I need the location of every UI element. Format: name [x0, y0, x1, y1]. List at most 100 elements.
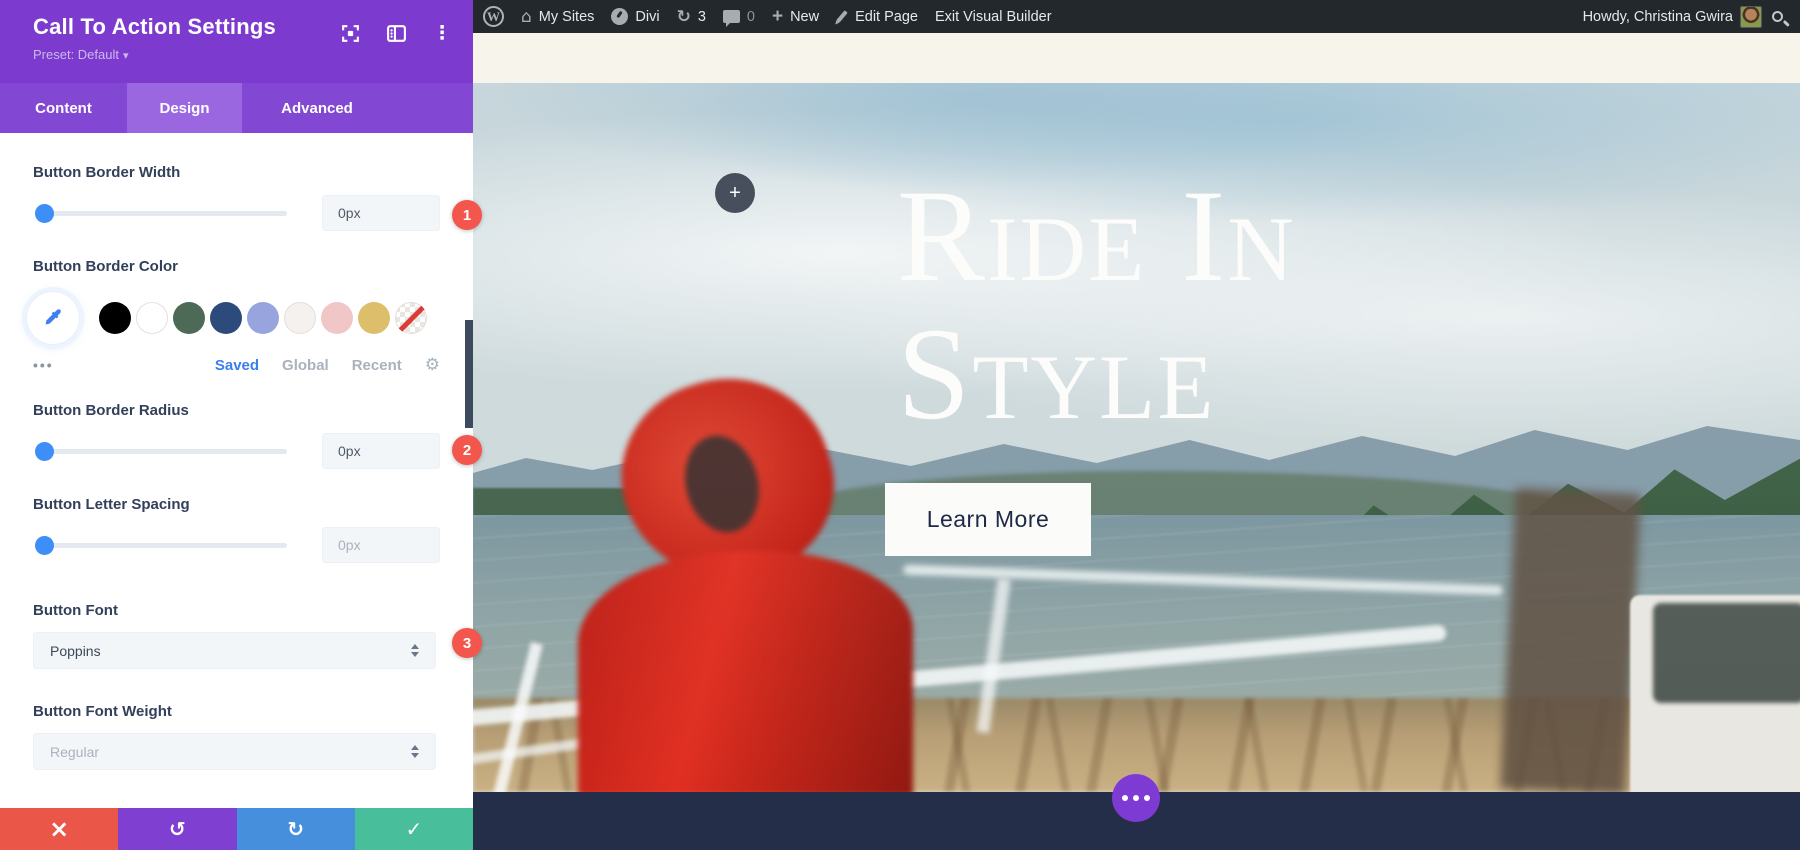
slider-track [37, 449, 287, 454]
palette-saved-link[interactable]: Saved [215, 357, 259, 374]
field-button-border-radius: Button Border Radius 0px [33, 401, 440, 469]
field-label: Button Font [33, 601, 440, 621]
border-width-slider[interactable] [37, 195, 287, 231]
field-button-border-color: Button Border Color [33, 257, 440, 375]
button-font-select[interactable]: Poppins [33, 632, 436, 669]
slider-knob[interactable] [35, 442, 54, 461]
preset-dropdown[interactable]: Preset: Default▾ [33, 47, 473, 62]
settings-panel: Call To Action Settings Preset: Default▾… [0, 0, 473, 850]
my-sites-icon: ⌂ [521, 7, 532, 27]
exit-visual-builder-link[interactable]: Exit Visual Builder [935, 9, 1052, 25]
eyedropper-button[interactable] [27, 292, 79, 344]
field-button-font-weight: Button Font Weight Regular [33, 702, 440, 770]
undo-icon: ↺ [169, 817, 186, 841]
button-font-weight-select[interactable]: Regular [33, 733, 436, 770]
field-label: Button Border Color [33, 257, 440, 277]
updates-count: 3 [698, 9, 706, 25]
add-module-button[interactable]: + [715, 173, 755, 213]
eyedropper-icon [42, 307, 64, 329]
comments-icon [723, 10, 740, 23]
page-top-band [473, 33, 1800, 83]
slider-knob[interactable] [35, 204, 54, 223]
tab-content[interactable]: Content [0, 83, 127, 133]
check-icon: ✓ [405, 817, 422, 841]
swatch-periwinkle[interactable] [247, 302, 279, 334]
discard-button[interactable]: × [0, 808, 118, 850]
tab-design[interactable]: Design [127, 83, 242, 133]
divi-menu[interactable]: Divi [611, 8, 659, 25]
swatch-green[interactable] [173, 302, 205, 334]
comments-count: 0 [747, 9, 755, 25]
learn-more-button[interactable]: Learn More [885, 483, 1091, 556]
letter-spacing-slider[interactable] [37, 527, 287, 563]
settings-tabs: Content Design Advanced [0, 83, 473, 133]
field-label: Button Border Radius [33, 401, 440, 421]
divi-visual-builder: Call To Action Settings Preset: Default▾… [0, 0, 1800, 850]
tab-advanced[interactable]: Advanced [242, 83, 392, 133]
dot [1133, 795, 1139, 801]
save-button[interactable]: ✓ [355, 808, 473, 850]
section-settings-button[interactable] [1112, 774, 1160, 822]
swatch-gold[interactable] [358, 302, 390, 334]
color-swatches [99, 302, 427, 334]
hero-section: + Ride InStyle Learn More [473, 83, 1800, 792]
slider-track [37, 543, 287, 548]
focus-module-icon[interactable] [339, 22, 361, 44]
wp-admin-bar: W ⌂ My Sites Divi ↻ 3 0 + New [473, 0, 1800, 33]
caret-down-icon: ▾ [123, 50, 129, 62]
panel-layout-icon[interactable] [385, 22, 407, 44]
annotation-badge-1: 1 [452, 200, 482, 230]
undo-button[interactable]: ↺ [118, 808, 236, 850]
swatch-pink[interactable] [321, 302, 353, 334]
dot [1144, 795, 1150, 801]
page-preview: W ⌂ My Sites Divi ↻ 3 0 + New [473, 0, 1800, 850]
border-radius-input[interactable]: 0px [322, 433, 440, 469]
howdy-label: Howdy, Christina Gwira [1583, 9, 1733, 25]
swatch-black[interactable] [99, 302, 131, 334]
heading-line-1: Ride In [897, 162, 1296, 309]
wp-logo-menu[interactable]: W [483, 6, 504, 27]
updates-icon: ↻ [677, 7, 691, 27]
field-button-letter-spacing: Button Letter Spacing 0px [33, 495, 440, 563]
slider-knob[interactable] [35, 536, 54, 555]
gear-icon[interactable]: ⚙ [425, 355, 440, 375]
annotation-badge-2: 2 [452, 435, 482, 465]
slider-track [37, 211, 287, 216]
annotation-badge-3: 3 [452, 628, 482, 658]
letter-spacing-input[interactable]: 0px [322, 527, 440, 563]
avatar [1740, 6, 1762, 28]
more-colors-button[interactable]: ••• [33, 357, 54, 373]
field-label: Button Letter Spacing [33, 495, 440, 515]
swatch-white[interactable] [136, 302, 168, 334]
palette-global-link[interactable]: Global [282, 357, 329, 374]
panel-scrollbar[interactable] [465, 320, 473, 428]
pencil-icon [836, 10, 847, 23]
field-label: Button Border Width [33, 163, 440, 183]
field-label: Button Font Weight [33, 702, 440, 722]
updates-menu[interactable]: ↻ 3 [677, 7, 706, 27]
border-radius-slider[interactable] [37, 433, 287, 469]
edit-page-menu[interactable]: Edit Page [836, 9, 918, 25]
border-width-input[interactable]: 0px [322, 195, 440, 231]
palette-recent-link[interactable]: Recent [352, 357, 402, 374]
account-menu[interactable]: Howdy, Christina Gwira [1583, 6, 1762, 28]
panel-footer: × ↺ ↻ ✓ [0, 808, 473, 850]
redo-button[interactable]: ↻ [237, 808, 355, 850]
comments-menu[interactable]: 0 [723, 9, 755, 25]
search-icon[interactable] [1772, 11, 1783, 22]
select-arrows-icon [411, 745, 419, 758]
my-sites-menu[interactable]: ⌂ My Sites [521, 7, 594, 27]
swatch-off-white[interactable] [284, 302, 316, 334]
wordpress-logo-icon: W [483, 6, 504, 27]
field-button-border-width: Button Border Width 0px [33, 163, 440, 231]
red-jacket-torso [578, 551, 913, 792]
close-icon: × [49, 819, 69, 839]
swatch-transparent[interactable] [395, 302, 427, 334]
swatch-navy[interactable] [210, 302, 242, 334]
panel-menu-icon[interactable]: ⋮ [431, 22, 453, 44]
panel-body: Button Border Width 0px Button Border Co… [0, 133, 473, 770]
plus-icon: + [772, 6, 783, 28]
hero-heading: Ride InStyle [897, 167, 1296, 443]
new-content-menu[interactable]: + New [772, 6, 819, 28]
field-button-font: Button Font Poppins [33, 601, 440, 669]
